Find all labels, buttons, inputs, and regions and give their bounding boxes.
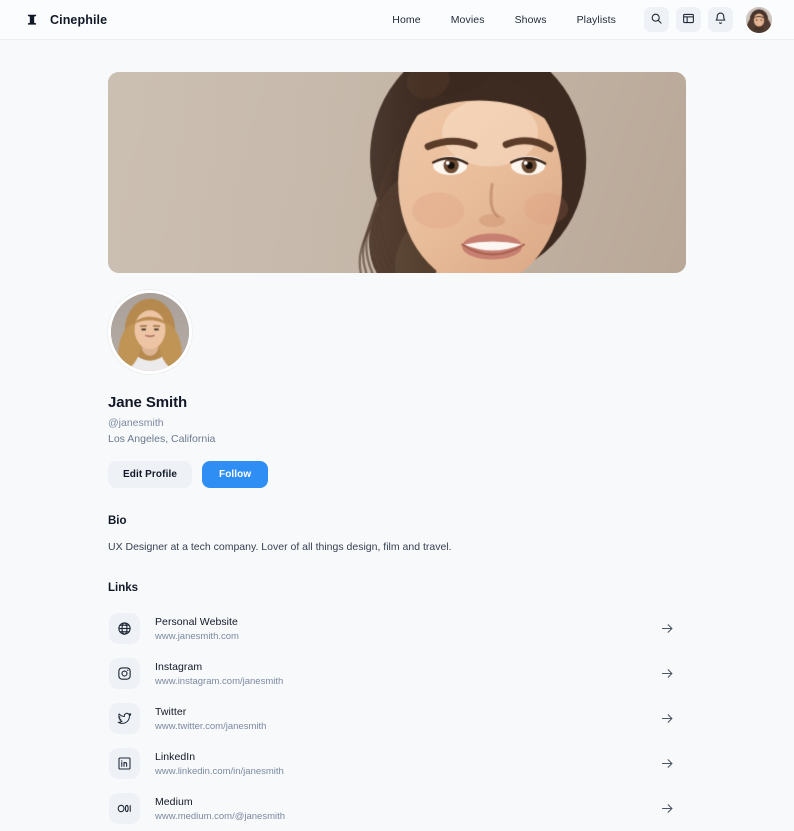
link-meta: Personal Website www.janesmith.com bbox=[155, 616, 239, 642]
search-icon bbox=[650, 12, 663, 28]
film-reel-icon bbox=[24, 12, 39, 27]
link-row-medium[interactable]: Medium www.medium.com/@janesmith bbox=[108, 786, 686, 831]
link-row-instagram[interactable]: Instagram www.instagram.com/janesmith bbox=[108, 651, 686, 696]
link-url: www.twitter.com/janesmith bbox=[155, 720, 267, 732]
account-avatar[interactable] bbox=[746, 6, 772, 33]
arrow-right-icon bbox=[660, 621, 675, 636]
link-meta: Twitter www.twitter.com/janesmith bbox=[155, 706, 266, 732]
nav-right-group: Home Movies Shows Playlists bbox=[392, 6, 772, 33]
link-url: www.medium.com/@janesmith bbox=[155, 810, 286, 822]
profile-avatar[interactable] bbox=[108, 290, 192, 374]
nav-link-shows[interactable]: Shows bbox=[515, 14, 547, 26]
nav-link-playlists[interactable]: Playlists bbox=[577, 14, 616, 26]
link-meta: Instagram www.instagram.com/janesmith bbox=[155, 661, 283, 687]
cover-photo[interactable] bbox=[108, 72, 686, 273]
nav-link-movies[interactable]: Movies bbox=[451, 14, 485, 26]
links-heading: Links bbox=[108, 582, 139, 595]
layout-panel-icon bbox=[682, 12, 695, 28]
cover-photo-image bbox=[108, 72, 686, 273]
profile-identity: Jane Smith @janesmith Los Angeles, Calif… bbox=[108, 394, 686, 488]
link-title: Personal Website bbox=[155, 615, 238, 628]
arrow-right-icon bbox=[660, 666, 675, 681]
profile-avatar-frame bbox=[111, 293, 189, 371]
edit-profile-button[interactable]: Edit Profile bbox=[108, 461, 192, 488]
profile-page: Jane Smith @janesmith Los Angeles, Calif… bbox=[0, 40, 794, 831]
link-url: www.instagram.com/janesmith bbox=[155, 675, 284, 687]
follow-button[interactable]: Follow bbox=[201, 461, 269, 488]
nav-icon-buttons bbox=[644, 7, 733, 32]
bio-text: UX Designer at a tech company. Lover of … bbox=[108, 541, 452, 553]
arrow-right-icon bbox=[660, 711, 675, 726]
brand-name: Cinephile bbox=[50, 12, 108, 27]
link-url: www.linkedin.com/in/janesmith bbox=[155, 765, 284, 777]
nav-link-home[interactable]: Home bbox=[392, 14, 420, 26]
twitter-icon bbox=[109, 703, 140, 735]
link-title: Twitter bbox=[155, 705, 187, 718]
brand-logo[interactable]: Cinephile bbox=[24, 12, 107, 27]
bio-heading: Bio bbox=[108, 515, 127, 527]
linkedin-icon bbox=[109, 748, 140, 780]
top-navigation-bar: Cinephile Home Movies Shows Playlists bbox=[0, 0, 794, 40]
links-list: Personal Website www.janesmith.com Insta… bbox=[108, 606, 686, 831]
link-row-linkedin[interactable]: LinkedIn www.linkedin.com/in/janesmith bbox=[108, 741, 686, 786]
link-title: LinkedIn bbox=[155, 750, 196, 763]
link-title: Instagram bbox=[155, 660, 203, 673]
link-url: www.janesmith.com bbox=[155, 630, 239, 642]
profile-content: Jane Smith @janesmith Los Angeles, Calif… bbox=[108, 40, 686, 831]
search-button[interactable] bbox=[644, 7, 669, 32]
link-title: Medium bbox=[155, 795, 193, 808]
account-avatar-image bbox=[746, 6, 772, 33]
link-meta: LinkedIn www.linkedin.com/in/janesmith bbox=[155, 751, 284, 777]
notifications-button[interactable] bbox=[708, 7, 733, 32]
arrow-right-icon bbox=[660, 756, 675, 771]
profile-location: Los Angeles, California bbox=[108, 433, 216, 445]
link-row-twitter[interactable]: Twitter www.twitter.com/janesmith bbox=[108, 696, 686, 741]
profile-handle: @janesmith bbox=[108, 417, 164, 429]
globe-icon bbox=[109, 613, 140, 645]
arrow-right-icon bbox=[660, 801, 675, 816]
layout-panel-button[interactable] bbox=[676, 7, 701, 32]
medium-icon bbox=[109, 793, 140, 825]
profile-name: Jane Smith bbox=[108, 394, 188, 411]
instagram-icon bbox=[109, 658, 140, 690]
link-row-personal-website[interactable]: Personal Website www.janesmith.com bbox=[108, 606, 686, 651]
bell-icon bbox=[714, 12, 727, 28]
profile-avatar-image bbox=[111, 293, 189, 371]
profile-actions: Edit Profile Follow bbox=[108, 461, 686, 488]
primary-nav: Home Movies Shows Playlists bbox=[392, 14, 616, 26]
